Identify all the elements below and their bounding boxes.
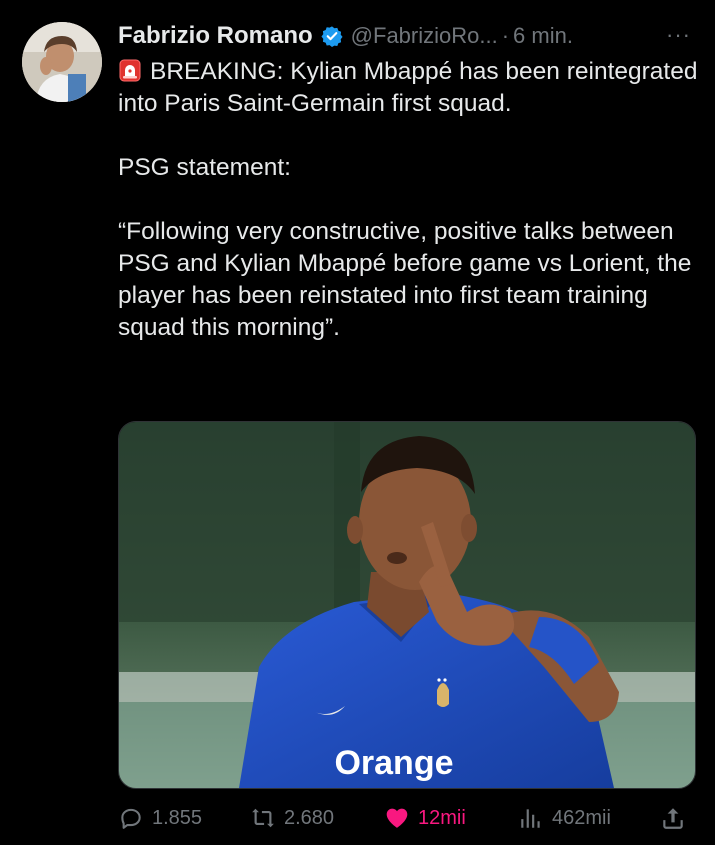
post-timestamp[interactable]: 6 min. xyxy=(513,23,573,49)
share-button[interactable] xyxy=(660,800,694,836)
verified-icon xyxy=(321,26,343,47)
reply-button[interactable]: 1.855 xyxy=(118,800,202,836)
breaking-paragraph: BREAKING: Kylian Mbappé has been reinteg… xyxy=(118,56,698,120)
repost-icon xyxy=(252,808,274,828)
post-text: BREAKING: Kylian Mbappé has been reinteg… xyxy=(118,56,698,344)
post-image[interactable]: Orange xyxy=(118,421,696,789)
more-options-button[interactable]: ··· xyxy=(666,22,691,48)
repost-button[interactable]: 2.680 xyxy=(250,800,334,836)
author-avatar[interactable] xyxy=(22,22,102,102)
siren-icon xyxy=(119,59,141,82)
statement-quote: “Following very constructive, positive t… xyxy=(118,218,692,341)
like-button[interactable]: 12mii xyxy=(384,800,466,836)
share-icon xyxy=(663,808,683,829)
reply-icon xyxy=(121,808,141,829)
author-handle[interactable]: @FabrizioRo... xyxy=(351,23,498,49)
views-count: 462mii xyxy=(552,806,611,829)
heart-icon xyxy=(386,808,408,828)
avatar-photo xyxy=(22,22,102,102)
action-bar: 1.855 2.680 12mii 462mii xyxy=(118,800,698,836)
views-button[interactable]: 462mii xyxy=(518,800,611,836)
player-photo: Orange xyxy=(119,422,695,788)
repost-count: 2.680 xyxy=(284,806,335,829)
separator-dot: · xyxy=(501,23,510,48)
post-header: Fabrizio Romano @FabrizioRo... · 6 min. … xyxy=(118,20,691,52)
reply-count: 1.855 xyxy=(152,806,203,829)
statement-label: PSG statement: xyxy=(118,154,291,181)
shirt-sponsor: Orange xyxy=(334,744,453,782)
views-icon xyxy=(521,809,540,828)
like-count: 12mii xyxy=(418,806,466,829)
breaking-text: BREAKING: Kylian Mbappé has been reinteg… xyxy=(118,58,698,117)
author-name[interactable]: Fabrizio Romano xyxy=(118,22,313,50)
